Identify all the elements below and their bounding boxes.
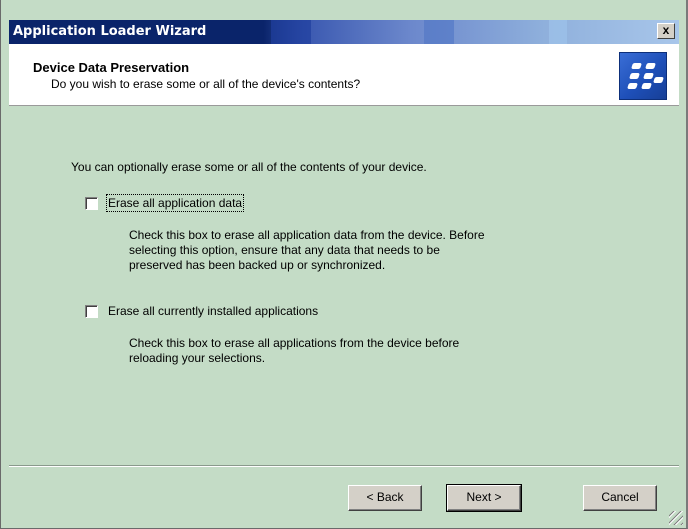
description-line: Check this box to erase all application … <box>129 228 485 242</box>
description-line: Check this box to erase all applications… <box>129 336 460 350</box>
erase-app-data-label[interactable]: Erase all application data <box>105 194 245 212</box>
title-bar-shade <box>424 20 454 44</box>
resize-grip-icon[interactable] <box>669 511 683 525</box>
erase-app-data-description: Check this box to erase all application … <box>129 228 559 273</box>
title-bar-shade <box>271 20 311 44</box>
erase-apps-description: Check this box to erase all applications… <box>129 336 559 366</box>
page-title: Device Data Preservation <box>33 60 190 75</box>
erase-apps-label[interactable]: Erase all currently installed applicatio… <box>108 304 318 318</box>
cancel-button[interactable]: Cancel <box>583 485 657 511</box>
erase-app-data-checkbox[interactable] <box>85 196 98 210</box>
erase-apps-checkbox[interactable] <box>85 304 98 318</box>
intro-text: You can optionally erase some or all of … <box>71 160 427 174</box>
wizard-window: Application Loader Wizard x Device Data … <box>0 0 688 529</box>
page-subtitle: Do you wish to erase some or all of the … <box>51 77 361 91</box>
wizard-header: Device Data Preservation Do you wish to … <box>9 44 679 106</box>
title-bar[interactable]: Application Loader Wizard x <box>9 20 679 44</box>
wizard-content: You can optionally erase some or all of … <box>9 107 679 465</box>
button-separator <box>9 465 679 467</box>
close-icon: x <box>662 23 670 37</box>
close-button[interactable]: x <box>657 23 675 39</box>
title-bar-shade <box>549 20 567 44</box>
description-line: preserved has been backed up or synchron… <box>129 258 386 272</box>
description-line: reloading your selections. <box>129 351 266 365</box>
erase-app-data-option[interactable]: Erase all application data <box>85 194 245 212</box>
next-button[interactable]: Next > <box>446 484 522 512</box>
back-button[interactable]: < Back <box>348 485 422 511</box>
blackberry-logo-icon <box>619 52 667 100</box>
description-line: selecting this option, ensure that any d… <box>129 243 440 257</box>
erase-apps-option[interactable]: Erase all currently installed applicatio… <box>85 304 318 318</box>
window-title: Application Loader Wizard <box>13 24 207 39</box>
